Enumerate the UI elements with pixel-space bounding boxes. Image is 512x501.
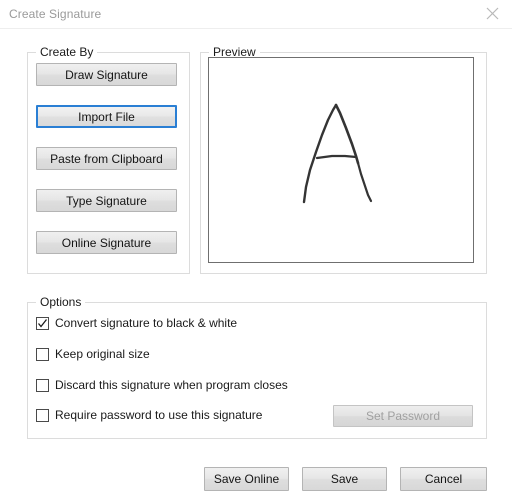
check-icon [38, 318, 48, 328]
signature-image [302, 103, 373, 204]
set-password-button[interactable]: Set Password [333, 405, 473, 427]
window-title: Create Signature [9, 7, 102, 21]
checkbox-label-discard-on-close: Discard this signature when program clos… [55, 378, 288, 392]
options-group: Options Convert signature to black & whi… [27, 295, 487, 439]
checkbox-label-convert-black-white: Convert signature to black & white [55, 316, 238, 330]
type-signature-button[interactable]: Type Signature [36, 189, 177, 212]
create-by-group: Create By Draw Signature Import File Pas… [27, 45, 190, 274]
checkbox-row-discard-on-close[interactable]: Discard this signature when program clos… [36, 377, 288, 393]
options-legend: Options [36, 295, 86, 309]
create-by-legend: Create By [36, 45, 98, 59]
close-button[interactable] [472, 0, 512, 27]
import-file-button[interactable]: Import File [36, 105, 177, 128]
checkbox-label-require-password: Require password to use this signature [55, 408, 263, 422]
preview-group: Preview [200, 45, 487, 274]
checkbox-keep-original-size[interactable] [36, 347, 49, 361]
online-signature-button[interactable]: Online Signature [36, 231, 177, 254]
title-bar: Create Signature [0, 0, 512, 29]
save-button[interactable]: Save [302, 467, 387, 491]
paste-from-clipboard-button[interactable]: Paste from Clipboard [36, 147, 177, 170]
close-icon [486, 7, 498, 20]
checkbox-label-keep-original-size: Keep original size [55, 347, 150, 361]
signature-preview-canvas[interactable] [208, 57, 474, 263]
cancel-button[interactable]: Cancel [400, 467, 487, 491]
checkbox-discard-on-close[interactable] [36, 378, 49, 392]
checkbox-require-password[interactable] [36, 408, 49, 422]
checkbox-convert-black-white[interactable] [36, 316, 49, 330]
checkbox-row-require-password[interactable]: Require password to use this signature [36, 407, 262, 423]
checkbox-row-keep-original-size[interactable]: Keep original size [36, 346, 150, 362]
checkbox-row-convert-black-white[interactable]: Convert signature to black & white [36, 315, 237, 331]
draw-signature-button[interactable]: Draw Signature [36, 63, 177, 86]
save-online-button[interactable]: Save Online [204, 467, 289, 491]
